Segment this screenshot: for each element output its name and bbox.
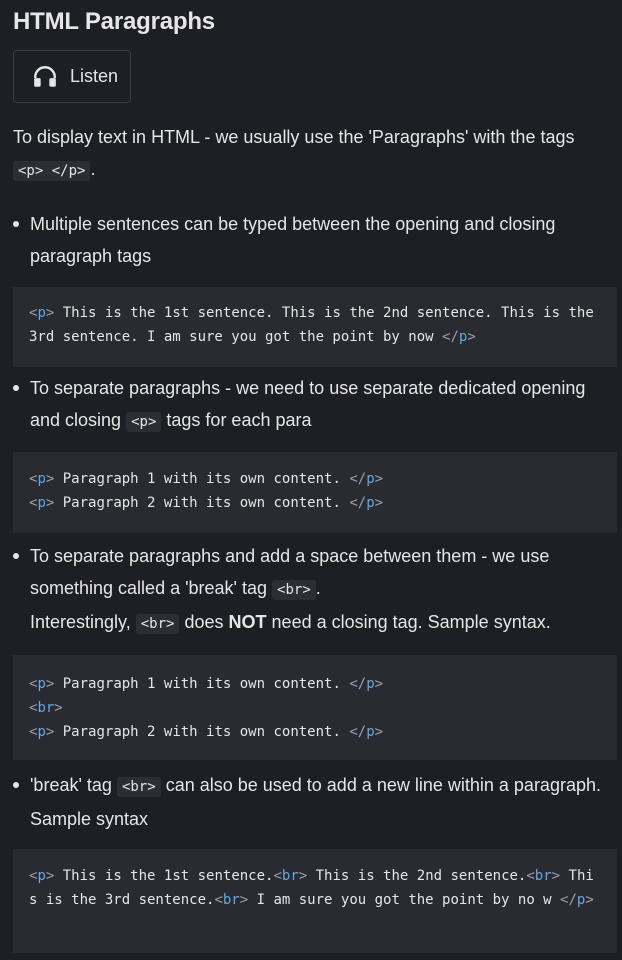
article: HTML Paragraphs Listen To display text i…: [0, 0, 622, 953]
bullet-icon: [13, 221, 19, 227]
bullet-text-part: does: [184, 612, 224, 632]
code-line: <p> Paragraph 2 with its own content. </…: [29, 495, 384, 511]
intro-suffix: .: [90, 159, 96, 179]
code-line: <p> Paragraph 1 with its own content. </…: [29, 471, 384, 487]
bullet-list: To separate paragraphs - we need to use …: [13, 372, 622, 438]
bullet-text-part: need a closing tag. Sample syntax.: [271, 612, 551, 632]
list-item: To separate paragraphs - we need to use …: [13, 372, 622, 438]
bullet-text: Multiple sentences can be typed between …: [30, 214, 556, 266]
bullet-icon: [13, 553, 19, 559]
code-line: <br>: [29, 700, 63, 716]
bullet-list: 'break' tag <br> can also be used to add…: [13, 769, 622, 835]
bold-text: NOT: [228, 612, 267, 632]
bullet-list: Multiple sentences can be typed between …: [13, 208, 622, 272]
code-block: <p> Paragraph 1 with its own content. </…: [13, 655, 617, 760]
headphones-icon: [32, 64, 58, 90]
bullet-text: To separate paragraphs - we need to use …: [30, 372, 620, 438]
bullet-text-part: Interestingly,: [30, 612, 131, 632]
listen-label: Listen: [70, 66, 119, 86]
code-line: <p> Paragraph 1 with its own content. </…: [29, 676, 384, 692]
bullet-icon: [13, 782, 19, 788]
bullet-text-part: .: [315, 578, 321, 598]
intro-text: To display text in HTML - we usually use…: [13, 127, 575, 147]
bullet-text: 'break' tag <br> can also be used to add…: [30, 769, 620, 835]
bullet-icon: [13, 385, 19, 391]
listen-button[interactable]: Listen: [13, 50, 131, 103]
page-title: HTML Paragraphs: [13, 8, 215, 35]
bullet-text: To separate paragraphs and add a space b…: [30, 540, 620, 640]
inline-code: <br>: [116, 777, 161, 797]
code-line: <p> This is the 1st sentence. This is th…: [29, 305, 603, 345]
code-line: <p> This is the 1st sentence.<br> This i…: [29, 868, 594, 908]
inline-code: <p>: [126, 412, 162, 432]
code-block: <p> Paragraph 1 with its own content. </…: [13, 452, 617, 533]
inline-code: <br>: [272, 580, 316, 600]
intro-paragraph: To display text in HTML - we usually use…: [13, 121, 613, 187]
list-item: 'break' tag <br> can also be used to add…: [13, 769, 622, 835]
code-block: <p> This is the 1st sentence. This is th…: [13, 287, 617, 367]
list-item: To separate paragraphs and add a space b…: [13, 540, 622, 640]
list-item: Multiple sentences can be typed between …: [13, 208, 622, 272]
bullet-text-part: 'break' tag: [30, 775, 112, 795]
bullet-text-part: tags for each para: [166, 410, 312, 430]
bullet-text-part: can also be used to add a new line withi…: [30, 775, 601, 829]
inline-code: <p> </p>: [13, 161, 91, 181]
code-block: <p> This is the 1st sentence.<br> This i…: [13, 849, 617, 953]
code-line: <p> Paragraph 2 with its own content. </…: [29, 724, 384, 740]
bullet-list: To separate paragraphs and add a space b…: [13, 540, 622, 640]
inline-code: <br>: [135, 614, 180, 634]
